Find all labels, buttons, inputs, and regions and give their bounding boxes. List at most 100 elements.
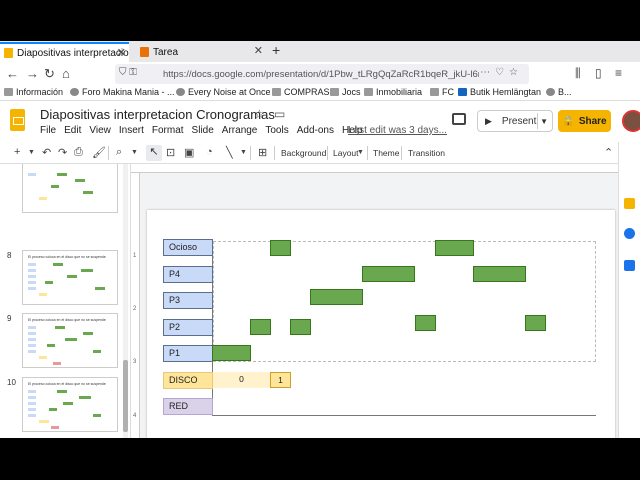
collapse-toolbar-icon[interactable]: ⌃ [604,146,613,159]
line-icon[interactable]: ╲ [226,146,233,159]
move-folder-icon[interactable]: ▭ [274,107,285,121]
timeline-bar-p2[interactable] [290,319,311,335]
bookmark-item[interactable]: FC [430,87,454,97]
select-tool-icon[interactable]: ↖ [146,145,162,161]
menu-file[interactable]: File [40,125,56,136]
bookmark-item[interactable]: COMPRAS [272,87,330,97]
chevron-down-icon[interactable]: ▼ [240,149,247,156]
print-icon[interactable]: ⎙ [74,146,83,159]
text-box-icon[interactable]: ⊡ [166,146,175,159]
menu-insert[interactable]: Insert [119,125,144,136]
bookmark-item[interactable]: Every Noise at Once [176,87,271,97]
bookmark-item[interactable]: Información [4,87,63,97]
slide-thumbnail[interactable] [22,164,118,213]
theme-button[interactable]: Theme [373,148,399,158]
page-actions-icon[interactable]: ⋯♡☆ [480,67,523,78]
bookmark-item[interactable]: Jocs [330,87,361,97]
slides-logo-icon[interactable] [10,109,25,131]
docs-header: Diapositivas interpretacion Cronogramas … [0,101,640,141]
thumbnail-title: El proceso coloca en el disco que no se … [28,382,106,386]
timeline-bar-ocioso[interactable] [435,240,474,256]
share-button[interactable]: 🔒 Share [558,110,611,132]
calendar-icon[interactable] [624,260,635,271]
sidebar-icon[interactable]: ▯ [595,66,602,80]
timeline-axis [213,415,596,416]
forward-icon[interactable]: → [26,66,39,81]
document-title[interactable]: Diapositivas interpretacion Cronogramas [40,107,275,122]
insert-comment-icon[interactable]: ⊞ [258,146,267,159]
row-label-p3[interactable]: P3 [163,292,213,309]
bookmark-item[interactable]: Foro Makina Mania - ... [70,87,175,97]
timeline-bar-p1[interactable] [212,345,251,361]
star-icon[interactable]: ☆ [254,107,265,121]
back-icon[interactable]: ← [6,66,19,81]
disco-cell[interactable]: 0 [213,372,270,388]
menu-tools[interactable]: Tools [265,125,288,136]
vertical-ruler: 1 2 3 4 [131,173,140,438]
transition-button[interactable]: Transition [408,148,445,158]
reload-icon[interactable]: ↻ [44,66,55,82]
tasks-icon[interactable] [624,228,635,239]
row-label-p2[interactable]: P2 [163,319,213,336]
timeline-bar-p2[interactable] [415,315,436,331]
row-label-p1[interactable]: P1 [163,345,213,362]
timeline-bar-p4[interactable] [362,266,415,282]
timeline-bar-p2[interactable] [250,319,271,335]
layout-button[interactable]: Layout [333,148,359,158]
avatar[interactable] [622,110,640,132]
bookmark-item[interactable]: Inmobiliaria [364,87,422,97]
menu-slide[interactable]: Slide [192,125,214,136]
menu-format[interactable]: Format [152,125,184,136]
shape-icon[interactable]: ◔ [206,146,213,158]
slide-number: 9 [7,314,12,323]
image-icon[interactable]: ▣ [184,146,194,159]
menu-arrange[interactable]: Arrange [222,125,258,136]
menu-bar: File Edit View Insert Format Slide Arran… [40,125,371,136]
filmstrip-scroll-thumb[interactable] [123,360,128,432]
timeline-bar-ocioso[interactable] [270,240,291,256]
chevron-down-icon[interactable]: ▼ [540,117,548,126]
menu-icon[interactable]: ≡ [615,66,622,80]
undo-icon[interactable]: ↶ [42,146,51,159]
close-tab-icon[interactable]: ✕ [254,44,263,57]
background-button[interactable]: Background [281,148,326,158]
menu-view[interactable]: View [89,125,111,136]
timeline-bar-p2[interactable] [525,315,546,331]
paint-format-icon[interactable]: 🖌 [92,146,106,159]
tab-slides[interactable]: Diapositivas interpretacion Cro ✕ [0,42,129,62]
home-icon[interactable]: ⌂ [62,66,70,81]
keep-icon[interactable] [624,198,635,209]
present-button[interactable]: ▶ Present ▼ [477,110,553,132]
url-bar[interactable]: ⛉ ⚿ https://docs.google.com/presentation… [115,64,529,84]
close-tab-icon[interactable]: ✕ [117,46,126,59]
current-slide[interactable]: Ocioso P4 P3 P2 P1 DISCO RED 0 1 [147,210,615,438]
slide-thumbnail[interactable]: El proceso coloca en el disco que no se … [22,377,118,432]
slide-thumbnail[interactable]: El proceso coloca en el disco que no se … [22,250,118,305]
redo-icon[interactable]: ↷ [58,146,67,159]
timeline-bar-p3[interactable] [310,289,363,305]
menu-edit[interactable]: Edit [64,125,81,136]
chevron-down-icon[interactable]: ▼ [28,149,35,156]
row-label-p4[interactable]: P4 [163,266,213,283]
row-label-ocioso[interactable]: Ocioso [163,239,213,256]
timeline-bar-p4[interactable] [473,266,526,282]
disco-cell[interactable]: 1 [270,372,291,388]
row-label-red[interactable]: RED [163,398,213,415]
bookmark-item[interactable]: B... [546,87,572,97]
chevron-down-icon[interactable]: ▼ [357,149,364,156]
tab-tarea[interactable]: Tarea ✕ [136,42,266,62]
bookmarks-bar: Información Foro Makina Mania - ... Ever… [0,86,640,101]
menu-addons[interactable]: Add-ons [297,125,334,136]
zoom-icon[interactable]: ⌕ [116,146,122,159]
new-tab-icon[interactable]: + [272,42,280,58]
chevron-down-icon[interactable]: ▼ [131,149,138,156]
comments-icon[interactable] [452,113,466,125]
new-slide-icon[interactable]: + [14,146,20,158]
last-edit-link[interactable]: Last edit was 3 days... [348,125,447,136]
bookmark-item[interactable]: Butik Hemlängtan [458,87,541,97]
slide-thumbnail[interactable]: El proceso coloca en el disco que no se … [22,313,118,368]
row-label-disco[interactable]: DISCO [163,372,213,389]
slide-number: 10 [7,378,16,387]
library-icon[interactable]: ⫼ [575,66,581,81]
side-panel [618,142,640,438]
